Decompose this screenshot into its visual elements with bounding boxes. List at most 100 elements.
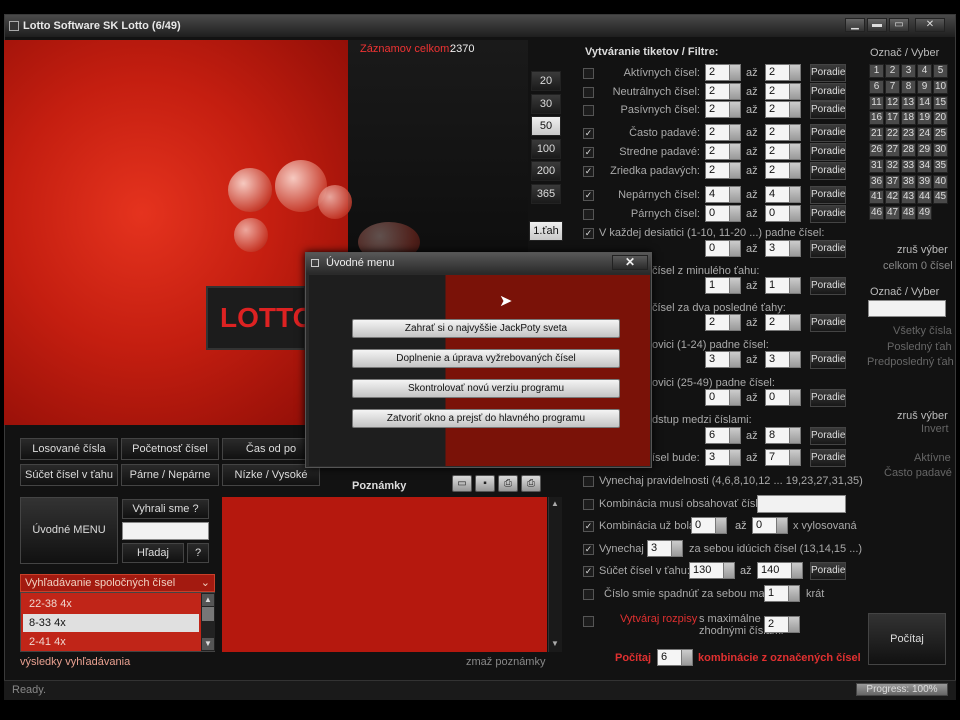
number-cell[interactable]: 34 <box>917 158 932 173</box>
clear-selection-link[interactable]: zruš výber <box>897 244 948 256</box>
number-cell[interactable]: 17 <box>885 111 900 126</box>
order-button[interactable]: Poradie <box>810 427 846 445</box>
number-cell[interactable]: 36 <box>869 174 884 189</box>
number-cell[interactable]: 43 <box>901 190 916 205</box>
two-draws-to-spinner[interactable]: 2 <box>765 314 801 331</box>
draw-sum-from-spinner[interactable]: 130 <box>689 562 735 579</box>
two-draws-from-spinner[interactable]: 2 <box>705 314 741 331</box>
main-menu-button[interactable]: Úvodné MENU <box>20 497 118 564</box>
decade-to-spinner[interactable]: 3 <box>765 240 801 257</box>
scroll-down-icon[interactable]: ▼ <box>551 639 559 648</box>
frequency-button[interactable]: Početnosť čísel <box>121 438 219 460</box>
order-button[interactable]: Poradie <box>810 64 846 82</box>
select-prev-draw-option[interactable]: Predposledný ťah <box>867 356 954 368</box>
filter-to-spinner[interactable]: 2 <box>765 101 801 118</box>
first-draw-button[interactable]: 1.ťah <box>529 221 563 241</box>
number-cell[interactable]: 4 <box>917 64 932 78</box>
spread-spinner[interactable]: 2 <box>764 616 800 633</box>
filter-to-spinner[interactable]: 2 <box>765 143 801 160</box>
dialog-close-button[interactable]: ✕ <box>612 255 648 270</box>
order-button[interactable]: Poradie <box>810 389 846 407</box>
sum-button[interactable]: Súčet čísel v ťahu <box>20 464 118 486</box>
decade-from-spinner[interactable]: 0 <box>705 240 741 257</box>
number-cell[interactable]: 38 <box>901 174 916 189</box>
filter-checkbox[interactable]: ✓ <box>583 147 594 158</box>
combo-was-checkbox[interactable]: ✓ <box>583 521 594 532</box>
active-link[interactable]: Aktívne <box>914 452 951 464</box>
order-button[interactable]: Poradie <box>810 143 846 161</box>
draw-sum-checkbox[interactable]: ✓ <box>583 566 594 577</box>
number-cell[interactable]: 14 <box>917 95 932 110</box>
decade-checkbox[interactable]: ✓ <box>583 228 594 239</box>
list-item[interactable]: 22-38 4x <box>23 595 199 613</box>
filter-to-spinner[interactable]: 2 <box>765 83 801 100</box>
number-cell[interactable]: 30 <box>933 143 948 157</box>
order-button[interactable]: Poradie <box>810 562 846 580</box>
number-cell[interactable]: 45 <box>933 190 948 205</box>
number-cell[interactable]: 2 <box>885 64 900 78</box>
draw-sum-to-spinner[interactable]: 140 <box>757 562 803 579</box>
number-cell[interactable]: 33 <box>901 158 916 173</box>
list-item[interactable]: 8-33 4x <box>23 614 199 632</box>
clear-notes-link[interactable]: zmaž poznámky <box>466 656 545 668</box>
range-30-button[interactable]: 30 <box>531 94 561 114</box>
filter-checkbox[interactable] <box>583 105 594 116</box>
filter-from-spinner[interactable]: 2 <box>705 124 741 141</box>
frequent-link[interactable]: Často padavé <box>884 467 952 479</box>
range-20-button[interactable]: 20 <box>531 71 561 91</box>
combo-was-from-spinner[interactable]: 0 <box>691 517 727 534</box>
scroll-up-icon[interactable]: ▲ <box>551 499 559 508</box>
select-all-option[interactable]: Všetky čísla <box>893 325 952 337</box>
gap-to-spinner[interactable]: 8 <box>765 427 801 444</box>
filter-checkbox[interactable]: ✓ <box>583 166 594 177</box>
range-200-button[interactable]: 200 <box>531 161 561 181</box>
number-cell[interactable]: 12 <box>885 95 900 110</box>
filter-checkbox[interactable] <box>583 209 594 220</box>
notes-textarea[interactable] <box>222 497 547 652</box>
drawn-numbers-button[interactable]: Losované čísla <box>20 438 118 460</box>
combo-was-to-spinner[interactable]: 0 <box>752 517 788 534</box>
help-button[interactable]: ? <box>187 543 209 563</box>
number-cell[interactable]: 29 <box>917 143 932 157</box>
close-to-main-button[interactable]: Zatvoriť okno a prejsť do hlavného progr… <box>352 409 620 428</box>
number-cell[interactable]: 11 <box>869 95 884 110</box>
order-button[interactable]: Poradie <box>810 240 846 258</box>
number-cell[interactable]: 42 <box>885 190 900 205</box>
number-cell[interactable]: 1 <box>869 64 884 78</box>
won-input[interactable] <box>122 522 209 540</box>
number-cell[interactable]: 20 <box>933 111 948 126</box>
number-cell[interactable]: 8 <box>901 79 916 94</box>
range-50-button[interactable]: 50 <box>531 116 561 136</box>
notes-scrollbar[interactable]: ▲ ▼ <box>548 497 562 652</box>
number-cell[interactable]: 5 <box>933 64 948 78</box>
skip-pattern-checkbox[interactable] <box>583 476 594 487</box>
won-button[interactable]: Vyhrali sme ? <box>122 499 209 519</box>
number-cell[interactable]: 21 <box>869 127 884 142</box>
sum-count-from-spinner[interactable]: 3 <box>705 449 741 466</box>
number-cell[interactable]: 10 <box>933 79 948 94</box>
scroll-down-icon[interactable]: ▼ <box>202 638 214 650</box>
prev-draw-to-spinner[interactable]: 1 <box>765 277 801 294</box>
number-cell[interactable]: 7 <box>885 79 900 94</box>
notes-save-icon[interactable]: ▪ <box>475 475 495 492</box>
must-contain-checkbox[interactable] <box>583 499 594 510</box>
order-button[interactable]: Poradie <box>810 186 846 204</box>
order-button[interactable]: Poradie <box>810 205 846 223</box>
number-cell[interactable]: 18 <box>901 111 916 126</box>
filter-to-spinner[interactable]: 2 <box>765 64 801 81</box>
filter-from-spinner[interactable]: 2 <box>705 83 741 100</box>
gap-from-spinner[interactable]: 6 <box>705 427 741 444</box>
sum-count-to-spinner[interactable]: 7 <box>765 449 801 466</box>
filter-from-spinner[interactable]: 2 <box>705 64 741 81</box>
notes-new-icon[interactable]: ▭ <box>452 475 472 492</box>
filter-from-spinner[interactable]: 2 <box>705 143 741 160</box>
restore-button[interactable]: ▬ <box>867 18 887 32</box>
filter-checkbox[interactable] <box>583 68 594 79</box>
skip-consec-checkbox[interactable]: ✓ <box>583 544 594 555</box>
order-button[interactable]: Poradie <box>810 449 846 467</box>
range-365-button[interactable]: 365 <box>531 184 561 204</box>
number-cell[interactable]: 35 <box>933 158 948 173</box>
filter-from-spinner[interactable]: 4 <box>705 186 741 203</box>
order-button[interactable]: Poradie <box>810 351 846 369</box>
must-contain-input[interactable] <box>757 495 846 513</box>
